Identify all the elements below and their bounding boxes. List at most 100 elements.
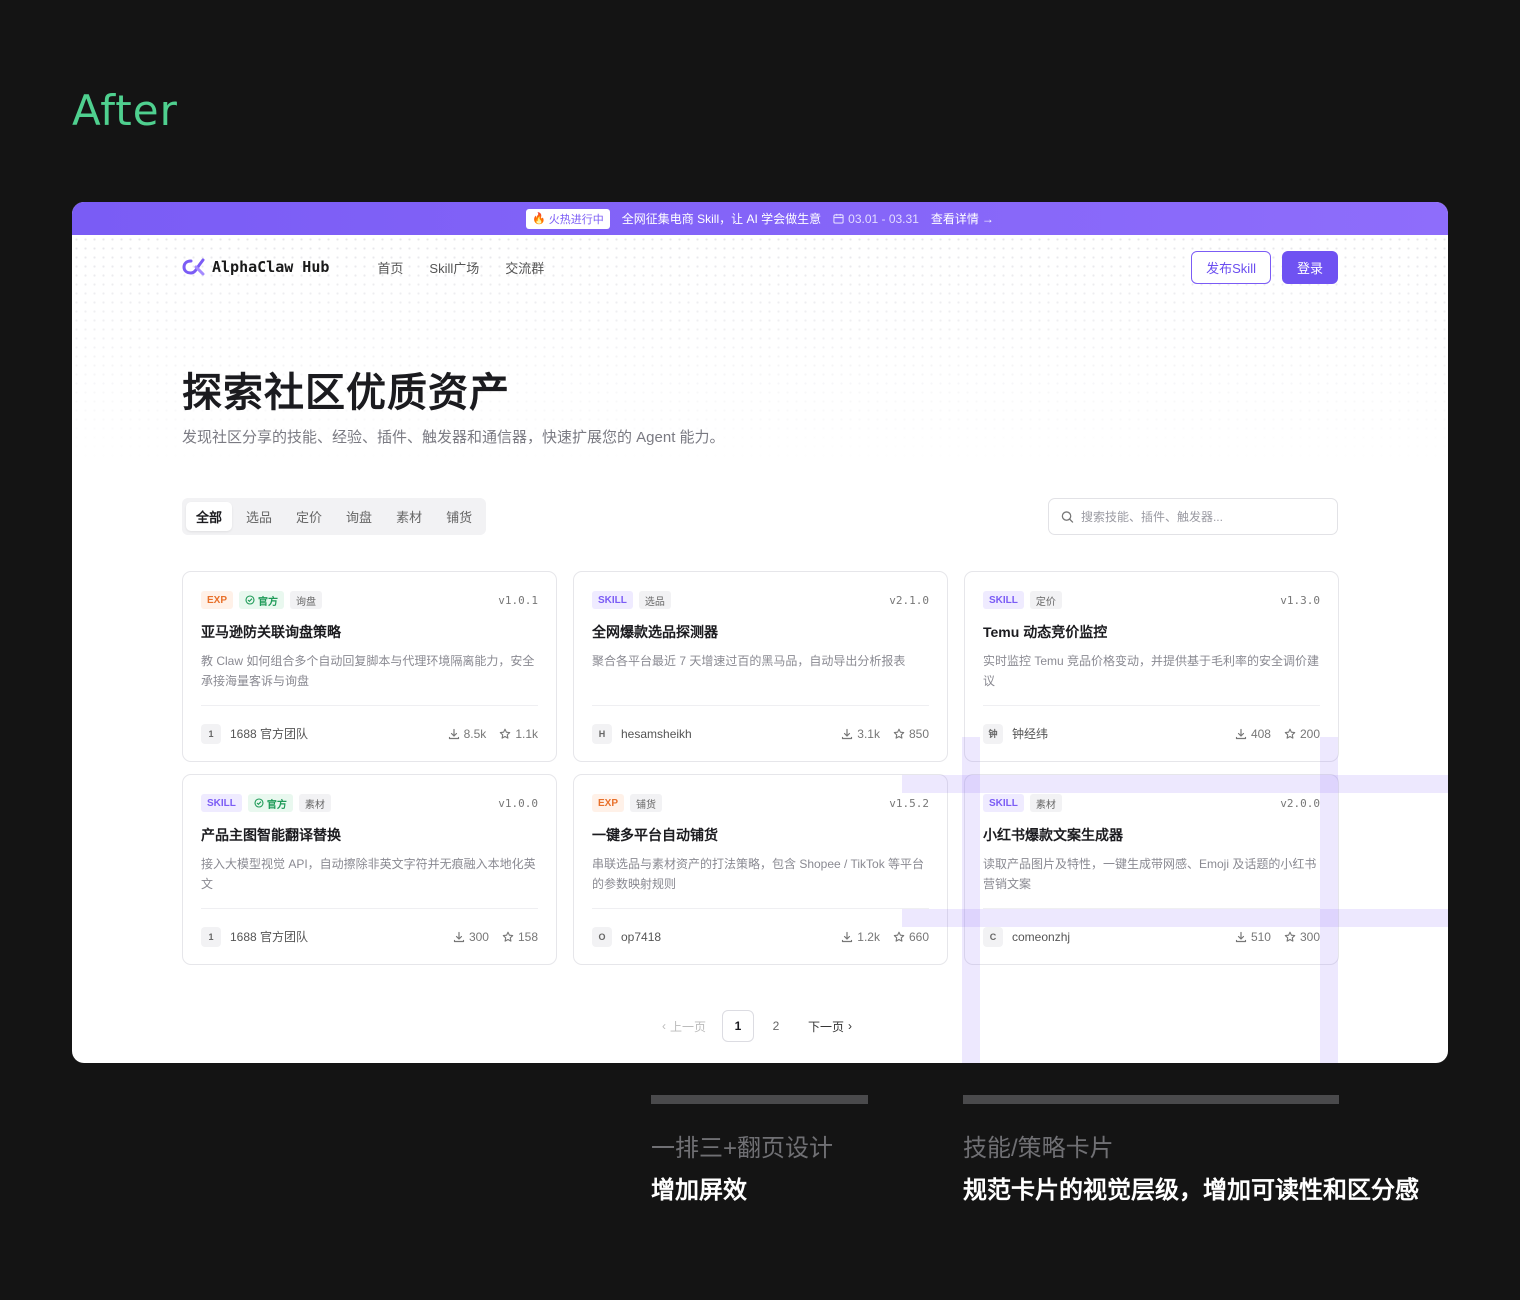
- category-badge: 定价: [1029, 591, 1062, 609]
- search-input[interactable]: [1080, 509, 1325, 524]
- star-count[interactable]: 300: [1284, 930, 1320, 944]
- star-count[interactable]: 660: [893, 930, 929, 944]
- star-icon: [500, 728, 511, 739]
- card-tags: SKILL 选品 v2.1.0: [592, 590, 929, 610]
- star-icon: [1284, 931, 1296, 942]
- filter-tab-pricing[interactable]: 定价: [286, 502, 332, 531]
- pagination: ‹ 上一页 1 2 下一页 ›: [652, 1010, 862, 1042]
- star-icon: [502, 931, 514, 942]
- star-count[interactable]: 200: [1284, 727, 1320, 741]
- alphaclaw-logo-icon: [182, 258, 205, 276]
- download-count: 1.2k: [841, 930, 880, 944]
- asset-card[interactable]: SKILL 素材 v2.0.0 小红书爆款文案生成器 读取产品图片及特性，一键生成带网感…: [964, 774, 1339, 965]
- nav-link-community[interactable]: 交流群: [505, 258, 544, 277]
- asset-card-grid: EXP 官方 询盘 v1.0.1 亚马逊防关联询盘策略教 Claw 如何组合多个自动回复…: [182, 571, 1339, 965]
- card-stats: 1.2k 660: [841, 930, 929, 944]
- card-tags: SKILL 素材 v2.0.0: [983, 793, 1320, 813]
- card-description: 串联选品与素材资产的打法策略，包含 Shopee / TikTok 等平台的参数…: [592, 857, 925, 891]
- version-label: v2.1.0: [889, 593, 929, 607]
- type-badge: EXP: [592, 794, 625, 812]
- card-stats: 8.5k 1.1k: [448, 727, 538, 741]
- card-footer: 1 1688 官方团队 300 158: [201, 908, 538, 964]
- asset-card[interactable]: SKILL 官方 素材 v1.0.0 产品主图智能翻译替换 接入大模型视觉 API，自动擦…: [182, 774, 557, 965]
- asset-card[interactable]: SKILL 选品 v2.1.0 全网爆款选品探测器聚合各平台最近 7 天增速过百的黑马…: [573, 571, 948, 762]
- card-footer: Oop7418 1.2k 660: [592, 908, 929, 964]
- card-stats: 300 158: [453, 930, 538, 944]
- page-1-button[interactable]: 1: [722, 1010, 755, 1042]
- star-icon: [1284, 728, 1296, 739]
- type-badge: SKILL: [201, 794, 242, 812]
- star-icon: [893, 728, 905, 739]
- filter-tab-inquiry[interactable]: 询盘: [336, 502, 382, 531]
- app-frame: 🔥 火热进行中 全网征集电商 Skill，让 AI 学会做生意 03.01 - …: [72, 202, 1448, 1063]
- version-label: v1.0.1: [498, 593, 538, 607]
- author-avatar: H: [592, 723, 612, 744]
- asset-card[interactable]: EXP 官方 询盘 v1.0.1 亚马逊防关联询盘策略教 Claw 如何组合多个自动回复…: [182, 571, 557, 762]
- note-card-title: 技能/策略卡片: [963, 1135, 1114, 1162]
- fire-icon: 🔥: [532, 213, 546, 225]
- banner-details-link[interactable]: 查看详情 →: [931, 210, 994, 227]
- banner-text: 全网征集电商 Skill，让 AI 学会做生意: [621, 212, 822, 226]
- author-name: 1688 官方团队: [230, 930, 309, 944]
- type-badge: SKILL: [983, 794, 1024, 812]
- hot-tag: 🔥 火热进行中: [526, 208, 610, 229]
- note-bar-card: [963, 1095, 1339, 1104]
- card-tags: SKILL 官方 素材 v1.0.0: [201, 793, 538, 813]
- filter-tab-listing[interactable]: 铺货: [436, 502, 482, 531]
- star-count[interactable]: 1.1k: [499, 727, 538, 741]
- card-footer: 钟钟经纬 408 200: [983, 705, 1320, 761]
- card-description: 聚合各平台最近 7 天增速过百的黑马品，自动导出分析报表: [592, 654, 906, 668]
- card-footer: Hhesamsheikh 3.1k 850: [592, 705, 929, 761]
- download-count: 510: [1235, 930, 1271, 944]
- author-avatar: 1: [201, 926, 221, 947]
- card-footer: 1 1688 官方团队 8.5k 1.1k: [201, 705, 538, 761]
- note-layout-desc: 增加屏效: [651, 1177, 747, 1204]
- card-tags: EXP 铺货 v1.5.2: [592, 793, 929, 813]
- search-box[interactable]: [1048, 498, 1338, 535]
- page-2-button[interactable]: 2: [760, 1010, 792, 1042]
- filter-tab-all[interactable]: 全部: [186, 502, 233, 531]
- next-page-button[interactable]: 下一页 ›: [798, 1018, 862, 1035]
- card-title: 全网爆款选品探测器: [592, 624, 718, 640]
- category-badge: 素材: [1029, 794, 1062, 812]
- author-avatar: 1: [201, 723, 221, 744]
- star-icon: [893, 931, 905, 942]
- nav-links: 首页 Skill广场 交流群: [377, 258, 544, 277]
- card-description: 教 Claw 如何组合多个自动回复脚本与代理环境隔离能力，安全承接海量客诉与询盘: [201, 654, 535, 688]
- promo-banner[interactable]: 🔥 火热进行中 全网征集电商 Skill，让 AI 学会做生意 03.01 - …: [72, 202, 1448, 235]
- publish-skill-button[interactable]: 发布Skill: [1191, 250, 1271, 284]
- star-count[interactable]: 850: [893, 727, 929, 741]
- calendar-icon: [833, 213, 844, 224]
- download-icon: [842, 931, 853, 942]
- filter-tab-selection[interactable]: 选品: [236, 502, 282, 531]
- search-icon: [1061, 510, 1074, 523]
- card-stats: 3.1k 850: [841, 727, 929, 741]
- note-bar-layout: [651, 1095, 868, 1104]
- star-count[interactable]: 158: [502, 930, 538, 944]
- author-avatar: O: [592, 926, 612, 947]
- login-button[interactable]: 登录: [1281, 250, 1338, 284]
- card-description: 接入大模型视觉 API，自动擦除非英文字符并无痕融入本地化英文: [201, 857, 536, 891]
- download-icon: [1235, 728, 1247, 739]
- type-badge: SKILL: [592, 591, 633, 609]
- verified-check-icon: [245, 595, 255, 605]
- asset-card[interactable]: SKILL 定价 v1.3.0 Temu 动态竞价监控 实时监控 Temu 竞品价格变动…: [964, 571, 1339, 762]
- logo[interactable]: AlphaClaw Hub: [182, 258, 329, 276]
- author-avatar: C: [983, 926, 1003, 947]
- author-name: op7418: [621, 929, 662, 944]
- download-count: 300: [453, 930, 489, 944]
- card-tags: SKILL 定价 v1.3.0: [983, 590, 1320, 610]
- card-title: 亚马逊防关联询盘策略: [201, 624, 341, 640]
- official-badge: 官方: [247, 794, 293, 812]
- prev-page-button[interactable]: ‹ 上一页: [652, 1018, 716, 1035]
- author-name: comeonzhj: [1012, 929, 1071, 944]
- download-count: 408: [1235, 727, 1271, 741]
- card-title: 小红书爆款文案生成器: [983, 827, 1123, 843]
- filter-tab-assets[interactable]: 素材: [386, 502, 432, 531]
- nav-link-skill-square[interactable]: Skill广场: [429, 258, 479, 277]
- card-stats: 510 300: [1235, 930, 1320, 944]
- asset-card[interactable]: EXP 铺货 v1.5.2 一键多平台自动铺货 串联选品与素材资产的打法策略，包含 Sh…: [573, 774, 948, 965]
- nav-link-home[interactable]: 首页: [377, 258, 403, 277]
- category-filter-tabs: 全部 选品 定价 询盘 素材 铺货: [182, 498, 487, 535]
- download-icon: [448, 728, 459, 739]
